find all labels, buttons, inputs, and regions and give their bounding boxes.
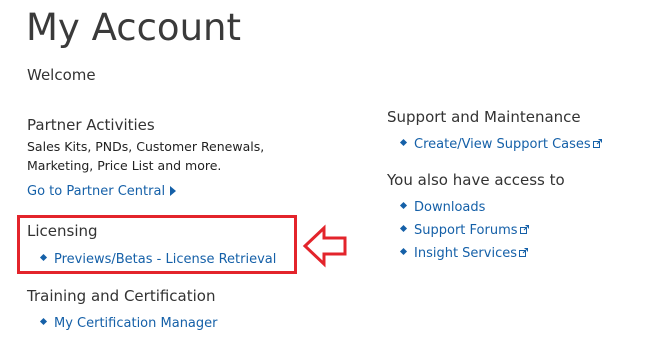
insight-services-link[interactable]: Insight Services: [414, 246, 517, 261]
partner-desc-line-1: Sales Kits, PNDs, Customer Renewals,: [27, 139, 265, 154]
partner-central-link[interactable]: Go to Partner Central: [27, 183, 177, 201]
annotation-arrow-icon: [302, 224, 347, 268]
training-heading: Training and Certification: [27, 287, 216, 305]
partner-central-link-label[interactable]: Go to Partner Central: [27, 184, 165, 199]
also-access-heading: You also have access to: [387, 171, 565, 189]
diamond-bullet-icon: [399, 247, 408, 256]
certification-manager-item: My Certification Manager: [39, 315, 218, 333]
downloads-item: Downloads: [399, 199, 485, 217]
partner-activities-description: Sales Kits, PNDs, Customer Renewals, Mar…: [27, 137, 297, 175]
support-forums-link[interactable]: Support Forums: [414, 223, 518, 238]
welcome-text: Welcome: [27, 66, 96, 84]
certification-manager-link[interactable]: My Certification Manager: [54, 316, 218, 331]
support-maintenance-heading: Support and Maintenance: [387, 108, 581, 126]
license-retrieval-item: Previews/Betas - License Retrieval: [39, 251, 276, 269]
support-cases-link[interactable]: Create/View Support Cases: [414, 137, 591, 152]
arrow-right-icon: [170, 185, 177, 196]
diamond-bullet-icon: [399, 224, 408, 233]
external-link-icon: [519, 248, 528, 257]
support-cases-item: Create/View Support Cases: [399, 136, 602, 154]
partner-activities-heading: Partner Activities: [27, 116, 155, 134]
diamond-bullet-icon: [399, 138, 408, 147]
licensing-heading: Licensing: [27, 222, 98, 240]
external-link-icon: [592, 139, 602, 148]
downloads-link[interactable]: Downloads: [414, 200, 485, 215]
diamond-bullet-icon: [399, 201, 408, 210]
external-link-icon: [519, 225, 529, 234]
diamond-bullet-icon: [39, 317, 48, 326]
support-forums-item: Support Forums: [399, 222, 529, 240]
insight-services-item: Insight Services: [399, 245, 528, 263]
page-title: My Account: [26, 6, 241, 49]
partner-desc-line-2: Marketing, Price List and more.: [27, 158, 222, 173]
diamond-bullet-icon: [39, 253, 48, 262]
license-retrieval-link[interactable]: Previews/Betas - License Retrieval: [54, 252, 276, 267]
